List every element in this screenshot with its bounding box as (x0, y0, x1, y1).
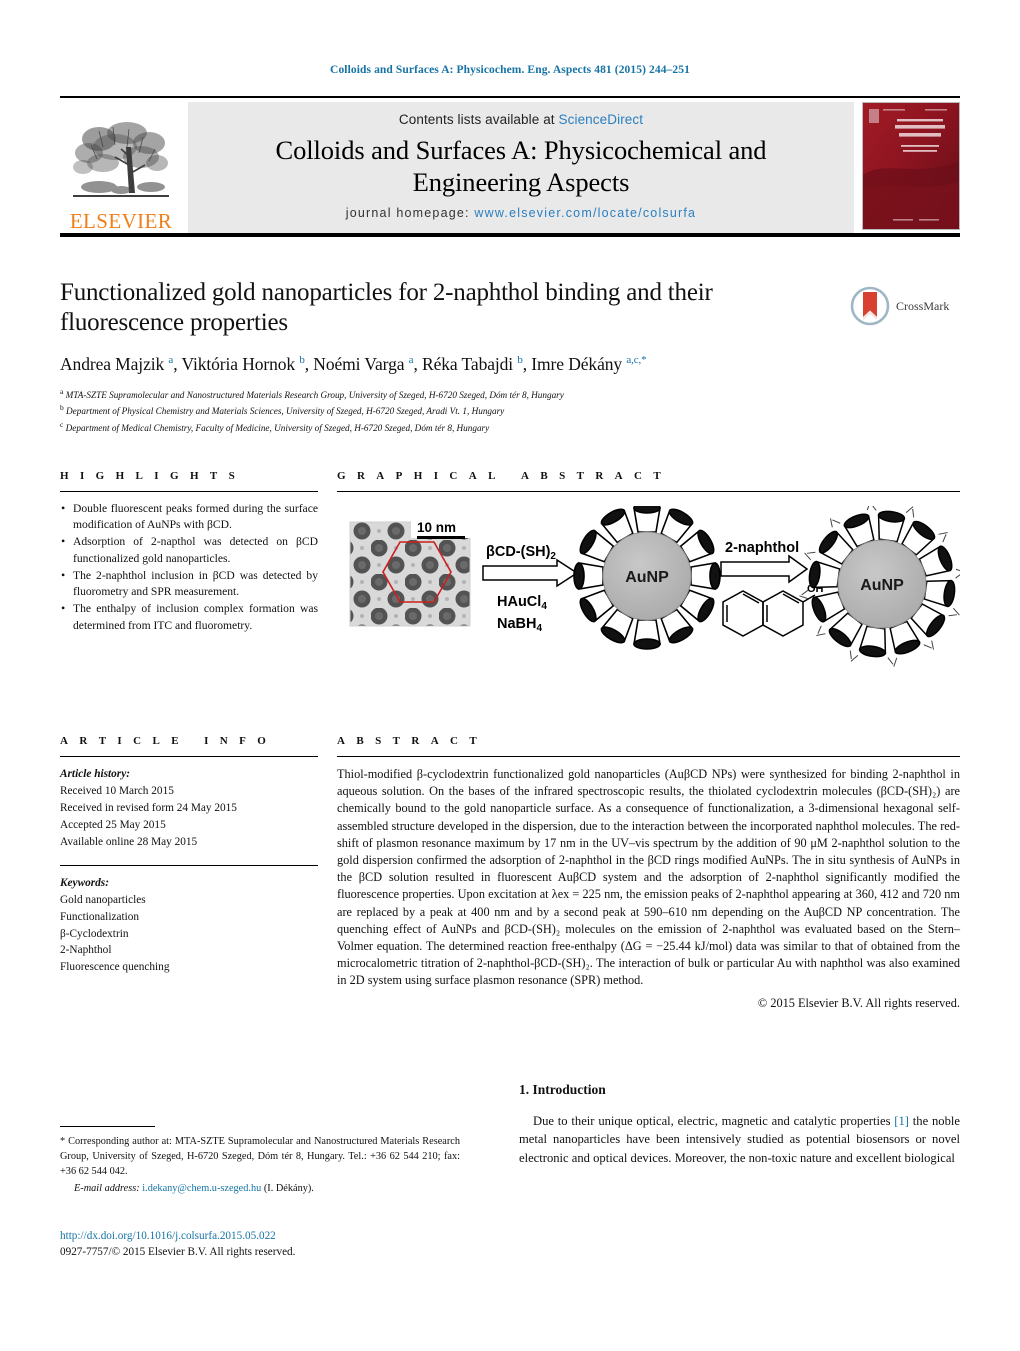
elsevier-tree-icon (69, 117, 173, 209)
journal-masthead: ELSEVIER Contents lists available at Sci… (60, 96, 960, 234)
email-link[interactable]: i.dekany@chem.u-szeged.hu (142, 1183, 261, 1194)
graphical-abstract-figure: 10 nm βCD-(SH)2 HAuCl4 NaBH4 AuNP 2-naph… (337, 501, 965, 681)
masthead-bottom-rule (60, 233, 960, 237)
affiliation-list: a MTA-SZTE Supramolecular and Nanostruct… (60, 386, 840, 435)
corresponding-author-footnote: * Corresponding author at: MTA-SZTE Supr… (60, 1126, 460, 1197)
keywords-lines: Gold nanoparticles Functionalization β-Cyc… (60, 892, 318, 977)
journal-article-page: Colloids and Surfaces A: Physicochem. En… (0, 0, 1020, 1351)
reaction-arrow-2: 2-naphthol OH (720, 540, 824, 637)
author-list: Andrea Majzik a, Viktória Hornok b, Noém… (60, 354, 647, 374)
title-block: Functionalized gold nanoparticles for 2-… (60, 278, 840, 435)
abstract-paragraph: Thiol-modified β-cyclodextrin functional… (337, 767, 960, 988)
affiliation-marker: c (60, 419, 64, 429)
svg-text:HAuCl4: HAuCl4 (497, 594, 547, 612)
reaction-arrow-1: βCD-(SH)2 HAuCl4 NaBH4 (482, 544, 579, 634)
keyword-item: β-Cyclodextrin (60, 927, 129, 940)
svg-text:AuNP: AuNP (860, 577, 904, 594)
introduction-heading: 1. Introduction (519, 1082, 606, 1097)
svg-text:10 nm: 10 nm (417, 520, 456, 535)
aunp-particle-1: AuNP (573, 502, 721, 650)
graphical-abstract-divider (337, 491, 960, 492)
graphical-abstract-section: G R A P H I C A L A B S T R A C T 10 nm … (337, 470, 965, 681)
contents-prefix: Contents lists available at (398, 112, 555, 128)
keyword-item: 2-Naphthol (60, 944, 112, 957)
email-label: E-mail address: (74, 1182, 140, 1194)
article-info-divider (60, 756, 318, 757)
masthead-center-band: Contents lists available at ScienceDirec… (188, 102, 854, 234)
highlight-item: The enthalpy of inclusion complex format… (60, 600, 318, 633)
highlight-item: Double fluorescent peaks formed during t… (60, 500, 318, 533)
article-history-label: Article history: (60, 768, 130, 780)
elsevier-logo: ELSEVIER (60, 102, 182, 234)
elsevier-wordmark: ELSEVIER (69, 209, 173, 233)
affiliation-marker: b (60, 403, 64, 413)
highlights-divider (60, 491, 318, 492)
tem-image: 10 nm (349, 516, 473, 627)
svg-text:2-naphthol: 2-naphthol (725, 540, 799, 556)
homepage-label: journal homepage: (345, 205, 470, 220)
abstract-divider (337, 756, 960, 757)
article-history-lines: Received 10 March 2015 Received in revise… (60, 783, 318, 851)
introduction-section: 1. Introduction Due to their unique opti… (519, 1082, 960, 1167)
homepage-url-link[interactable]: www.elsevier.com/locate/colsurfa (474, 206, 696, 220)
svg-text:NaBH4: NaBH4 (497, 616, 542, 634)
issn-copyright-line: 0927-7757/© 2015 Elsevier B.V. All right… (60, 1246, 296, 1259)
page-title: Functionalized gold nanoparticles for 2-… (60, 279, 713, 336)
article-history-block: Article history: Received 10 March 2015 R… (60, 766, 318, 851)
highlight-item: Adsorption of 2-napthol was detected on … (60, 533, 318, 566)
email-owner: (I. Dékány). (263, 1182, 314, 1194)
crossmark-badge[interactable]: CrossMark (850, 283, 962, 329)
citation-ref-1[interactable]: [1] (894, 1114, 909, 1128)
corresponding-author-text: * Corresponding author at: MTA-SZTE Supr… (60, 1136, 460, 1177)
journal-title-line-2: Engineering Aspects (412, 166, 630, 197)
crossmark-icon (850, 286, 890, 326)
aunp-particle-2: AuNP (799, 501, 965, 667)
intro-text-pre: Due to their unique optical, electric, m… (533, 1114, 895, 1128)
highlights-section: H I G H L I G H T S Double fluorescent p… (60, 470, 318, 635)
article-history-line: Received 10 March 2015 (60, 784, 174, 797)
introduction-paragraph: Due to their unique optical, electric, m… (519, 1112, 960, 1167)
keywords-divider (60, 864, 318, 866)
doi-block: http://dx.doi.org/10.1016/j.colsurfa.201… (60, 1228, 480, 1260)
keyword-item: Fluorescence quenching (60, 961, 170, 974)
highlights-heading: H I G H L I G H T S (60, 470, 240, 482)
email-line: E-mail address: i.dekany@chem.u-szeged.h… (60, 1182, 460, 1197)
affiliation-b: b Department of Physical Chemistry and M… (60, 403, 505, 417)
journal-title: Colloids and Surfaces A: Physicochemical… (276, 135, 767, 198)
abstract-section: A B S T R A C T Thiol-modified β-cyclode… (337, 735, 960, 1011)
running-head: Colloids and Surfaces A: Physicochem. En… (330, 64, 690, 76)
highlight-item: The 2-naphthol inclusion in βCD was dete… (60, 567, 318, 600)
article-info-section: A R T I C L E I N F O Article history: R… (60, 735, 318, 976)
abstract-body: Thiol-modified β-cyclodextrin functional… (337, 766, 960, 1011)
affiliation-c: c Department of Medical Chemistry, Facul… (60, 419, 490, 433)
journal-title-line-1: Colloids and Surfaces A: Physicochemical… (275, 135, 767, 166)
keyword-item: Functionalization (60, 910, 140, 923)
svg-text:βCD-(SH)2: βCD-(SH)2 (486, 544, 556, 562)
affiliation-a: a MTA-SZTE Supramolecular and Nanostruct… (60, 387, 564, 401)
article-info-heading: A R T I C L E I N F O (60, 735, 271, 747)
doi-link[interactable]: http://dx.doi.org/10.1016/j.colsurfa.201… (60, 1228, 480, 1244)
affiliation-marker: a (60, 387, 64, 396)
graphical-abstract-heading: G R A P H I C A L A B S T R A C T (337, 470, 666, 482)
abstract-copyright: © 2015 Elsevier B.V. All rights reserved… (757, 995, 960, 1010)
article-history-line: Available online 28 May 2015 (60, 835, 198, 848)
contents-available-line: Contents lists available at ScienceDirec… (399, 112, 643, 127)
keywords-block: Keywords: Gold nanoparticles Functionaliz… (60, 875, 318, 977)
journal-cover-thumbnail (862, 102, 960, 230)
journal-homepage-line: journal homepage: www.elsevier.com/locat… (346, 206, 696, 220)
keywords-label: Keywords: (60, 876, 109, 889)
crossmark-label: CrossMark (896, 298, 950, 313)
footnote-rule (60, 1126, 155, 1127)
svg-text:AuNP: AuNP (625, 569, 669, 586)
article-history-line: Received in revised form 24 May 2015 (60, 801, 237, 814)
sciencedirect-link[interactable]: ScienceDirect (559, 112, 644, 127)
article-history-line: Accepted 25 May 2015 (60, 818, 166, 831)
keyword-item: Gold nanoparticles (60, 893, 146, 906)
highlights-list: Double fluorescent peaks formed during t… (60, 500, 318, 634)
naphthol-molecule (722, 590, 816, 637)
abstract-heading: A B S T R A C T (337, 735, 482, 747)
